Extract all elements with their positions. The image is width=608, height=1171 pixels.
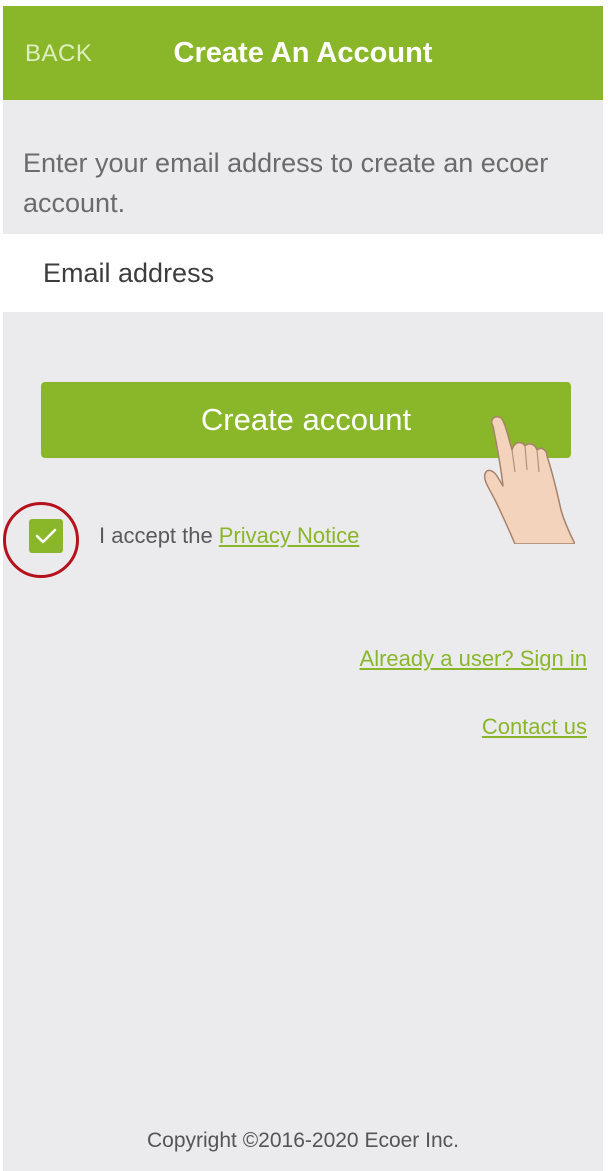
intro-text: Enter your email address to create an ec… [23, 148, 549, 218]
contact-us-link[interactable]: Contact us [482, 714, 587, 740]
accept-label: I accept the [99, 523, 213, 548]
create-account-button[interactable]: Create account [41, 382, 571, 458]
privacy-notice-link[interactable]: Privacy Notice [219, 523, 360, 549]
phone-screen: BACK Create An Account Enter your email … [3, 6, 603, 1171]
highlight-circle [3, 502, 79, 578]
sign-in-link[interactable]: Already a user? Sign in [360, 646, 587, 672]
top-nav-bar: BACK Create An Account [3, 6, 603, 100]
email-field[interactable] [3, 234, 603, 312]
page-title: Create An Account [173, 37, 433, 69]
copyright-text: Copyright ©2016-2020 Ecoer Inc. [147, 1129, 459, 1152]
